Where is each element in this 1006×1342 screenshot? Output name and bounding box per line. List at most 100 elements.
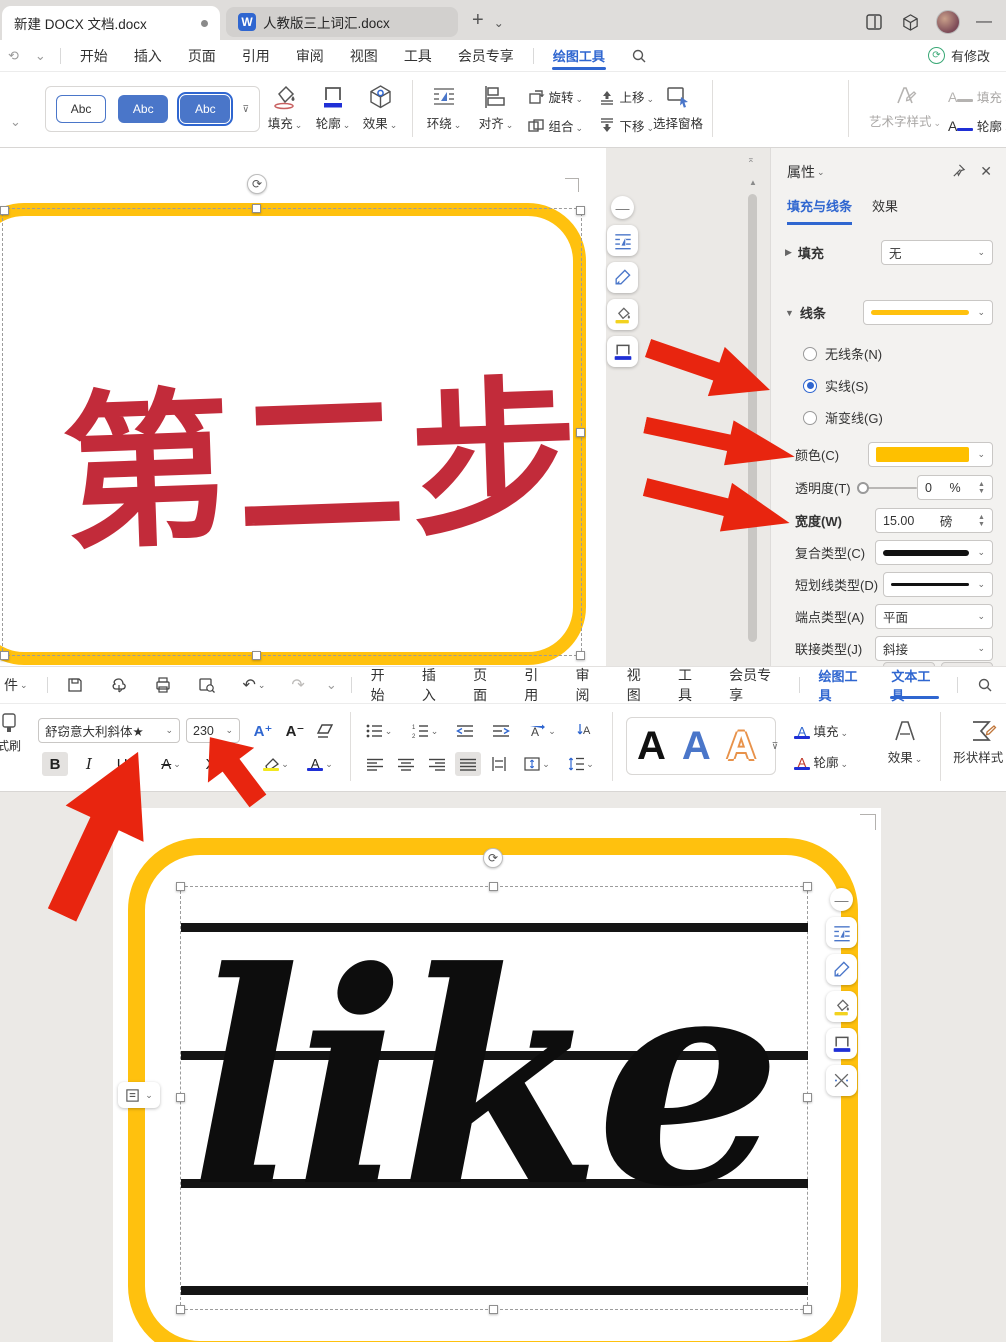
shape-style-button[interactable]: 形状样式⌄ [948,718,1006,766]
selection-handle[interactable] [176,882,185,891]
practice-word[interactable]: like [190,934,776,1226]
fill-float-button[interactable] [826,991,857,1022]
close-icon[interactable]: ✕ [980,163,992,181]
pin-icon[interactable] [951,163,966,181]
print-icon[interactable] [141,669,185,701]
selection-handle[interactable] [252,204,261,213]
search-icon[interactable] [618,40,660,72]
collapse-float-toolbar-button[interactable]: — [611,196,634,219]
menu-item-insert[interactable]: 插入 [121,40,175,72]
wrap-button[interactable]: 环绕⌄ [420,84,468,132]
vertical-text-button[interactable]: A [568,719,602,743]
selection-handle[interactable] [489,1305,498,1314]
rotate-handle[interactable]: ⟳ [483,848,503,868]
vertical-scrollbar[interactable] [748,194,757,642]
line-style-dropdown[interactable]: ⌄ [863,300,993,325]
menu-item-insert[interactable]: 插入 [409,669,460,701]
decrease-indent-button[interactable] [452,719,478,743]
selection-handle[interactable] [803,1305,812,1314]
grow-font-button[interactable]: A⁺ [250,719,276,743]
join-type-dropdown[interactable]: 斜接⌄ [875,636,993,661]
increase-indent-button[interactable] [488,719,514,743]
collapse-float-toolbar-button[interactable]: — [830,888,853,911]
effect-button[interactable]: 效果⌄ [357,84,403,132]
selection-handle[interactable] [489,882,498,891]
outline-float-button[interactable] [826,1028,857,1059]
menu-item-page[interactable]: 页面 [460,669,511,701]
line-spacing-button[interactable]: ⌄ [562,752,600,776]
save-icon[interactable] [53,669,97,701]
minimize-icon[interactable]: — [976,13,992,31]
text-effect-button[interactable]: 效果⌄ [876,718,934,766]
outline-button[interactable]: 轮廓⌄ [310,84,356,132]
selection-handle[interactable] [576,206,585,215]
text-outline-button[interactable]: A 轮廓⌄ [794,752,870,771]
wrap-float-button[interactable] [607,225,638,256]
text-outline-button[interactable]: A 轮廓⌄ [948,116,1006,135]
text-direction-button[interactable]: A⌄ [522,719,562,743]
selection-handle[interactable] [0,651,9,660]
dash-type-dropdown[interactable]: ⌄ [883,572,993,597]
rotate-handle[interactable]: ⟳ [247,174,267,194]
context-tab-drawing-tools[interactable]: 绘图工具 [540,40,618,72]
menu-item-view[interactable]: 视图 [337,40,391,72]
shape-text[interactable]: 第二步 [58,321,588,582]
format-painter-partial[interactable]: 式刷 [0,712,24,754]
compound-type-dropdown[interactable]: ⌄ [875,540,993,565]
line-width-input[interactable]: 15.00 磅 ▲▼ [875,508,993,533]
line-color-dropdown[interactable]: ⌄ [868,442,993,467]
undo-button[interactable]: ↶⌄ [229,669,278,701]
selection-handle[interactable] [576,428,585,437]
radio-gradient-line[interactable] [803,411,817,425]
menu-item-reference[interactable]: 引用 [229,40,283,72]
menu-item-member[interactable]: 会员专享 [445,40,527,72]
user-avatar[interactable] [936,10,960,34]
menu-item-home[interactable]: 开始 [358,669,409,701]
selection-handle[interactable] [176,1093,185,1102]
fill-expand-icon[interactable]: ▶ [785,247,792,258]
shape-style-selected[interactable]: Abc [180,95,230,123]
ribbon-overflow-chevron-icon[interactable]: ⌄ [2,114,29,130]
font-color-button[interactable]: A⌄ [300,752,340,776]
wrap-float-button[interactable] [826,917,857,948]
tab-fill-and-line[interactable]: 填充与线条 [787,196,852,225]
opacity-slider[interactable] [859,487,917,489]
bullet-list-button[interactable]: ⌄ [362,719,396,743]
menu-item-view[interactable]: 视图 [614,669,665,701]
shape-style-white[interactable]: Abc [56,95,106,123]
paragraph-spacing-button[interactable]: ⌄ [518,752,556,776]
print-preview-icon[interactable] [185,669,229,701]
quickbar-chevron-icon[interactable]: ⌄ [318,677,345,693]
context-tab-text-tools[interactable]: 文本工具 [878,669,951,701]
group-button[interactable]: 组合⌄ [527,116,605,135]
redo-button[interactable]: ↷ [278,669,317,701]
align-right-button[interactable] [424,752,450,776]
gallery-more-icon[interactable]: ⊽ [242,104,249,115]
tab-effects[interactable]: 效果 [872,196,898,225]
textbox-layout-button[interactable]: ⌄ [118,1082,160,1108]
opacity-input[interactable]: 0 % ▲▼ [917,475,993,500]
scroll-top-icon[interactable]: ▲ [749,178,757,187]
text-fill-button[interactable]: A 填充⌄ [794,721,870,740]
menu-item-reference[interactable]: 引用 [511,669,562,701]
wordart-gallery-more-icon[interactable]: ⊽ [772,741,779,752]
tab-document-1[interactable]: 新建 DOCX 文档.docx [2,6,220,40]
selection-handle[interactable] [176,1305,185,1314]
distribute-button[interactable] [486,752,512,776]
bold-button[interactable]: B [42,752,68,776]
undo-icon[interactable]: ⟲ [0,48,27,64]
radio-no-line[interactable] [803,347,817,361]
text-fill-button[interactable]: A 填充⌄ [948,87,1006,106]
tab-list-chevron-icon[interactable]: ⌄ [494,16,504,30]
align-center-button[interactable] [393,752,419,776]
fill-type-dropdown[interactable]: 无⌄ [881,240,993,265]
shape-style-blue[interactable]: Abc [118,95,168,123]
shrink-font-button[interactable]: A⁻ [282,719,308,743]
outline-float-button[interactable] [607,336,638,367]
selection-handle[interactable] [803,882,812,891]
wordart-preset-orange[interactable]: A [727,724,756,769]
context-tab-drawing-tools[interactable]: 绘图工具 [805,669,878,701]
align-left-button[interactable] [362,752,388,776]
selection-handle[interactable] [576,651,585,660]
cube-apps-icon[interactable] [900,12,920,32]
